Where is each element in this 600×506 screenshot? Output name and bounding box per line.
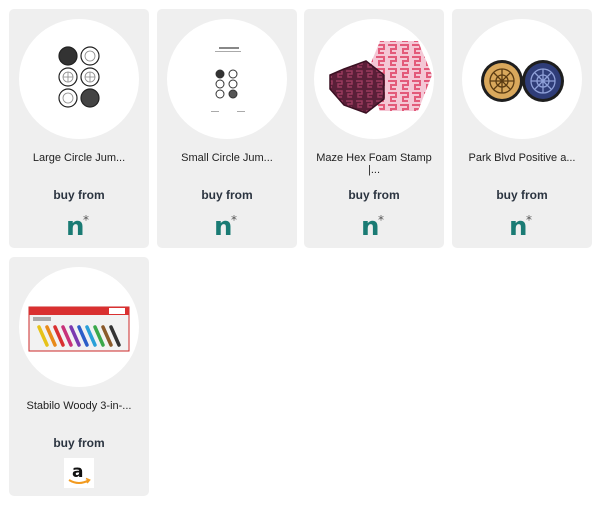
buy-from-label: buy from <box>53 436 105 450</box>
product-title[interactable]: Maze Hex Foam Stamp |... <box>312 152 436 178</box>
svg-text:n: n <box>66 212 85 240</box>
product-card[interactable]: Park Blvd Positive a... buy from n * <box>452 9 592 248</box>
svg-text:*: * <box>526 213 532 227</box>
buy-from-label: buy from <box>201 188 253 202</box>
buy-from-label: buy from <box>496 188 548 202</box>
product-image[interactable] <box>19 19 139 139</box>
product-card[interactable]: Small Circle Jum... buy from n * <box>157 9 297 248</box>
svg-text:a: a <box>72 462 83 482</box>
product-card[interactable]: Maze Hex Foam Stamp |... buy from n * <box>304 9 444 248</box>
nova-n-star-icon[interactable]: n * <box>507 210 537 240</box>
stabilo-woody-box-image <box>28 306 130 352</box>
product-title[interactable]: Park Blvd Positive a... <box>460 152 584 178</box>
product-title[interactable]: Large Circle Jum... <box>17 152 141 178</box>
svg-text:*: * <box>231 213 237 227</box>
park-blvd-stamps-image <box>481 60 564 102</box>
buy-from-label: buy from <box>53 188 105 202</box>
nova-n-star-icon[interactable]: n * <box>212 210 242 240</box>
product-title[interactable]: Stabilo Woody 3-in-... <box>17 400 141 426</box>
nova-n-star-icon[interactable]: n * <box>64 210 94 240</box>
product-grid: Large Circle Jum... buy from n * Small C… <box>0 0 600 506</box>
maze-hex-stamp-image <box>329 41 432 114</box>
svg-text:*: * <box>83 213 89 227</box>
svg-text:n: n <box>361 212 380 240</box>
svg-text:n: n <box>214 212 233 240</box>
product-image[interactable] <box>314 19 434 139</box>
product-image[interactable] <box>19 267 139 387</box>
nova-n-star-icon[interactable]: n * <box>359 210 389 240</box>
svg-text:n: n <box>509 212 528 240</box>
product-card[interactable]: Large Circle Jum... buy from n * <box>9 9 149 248</box>
product-image[interactable] <box>167 19 287 139</box>
buy-from-label: buy from <box>348 188 400 202</box>
product-title[interactable]: Small Circle Jum... <box>165 152 289 178</box>
small-circle-stamp-sheet-image <box>205 43 249 117</box>
large-circle-stamp-sheet-image <box>55 43 103 117</box>
product-image[interactable] <box>462 19 582 139</box>
svg-text:*: * <box>378 213 384 227</box>
amazon-icon[interactable]: a <box>64 458 94 488</box>
product-card[interactable]: Stabilo Woody 3-in-... buy from a <box>9 257 149 496</box>
